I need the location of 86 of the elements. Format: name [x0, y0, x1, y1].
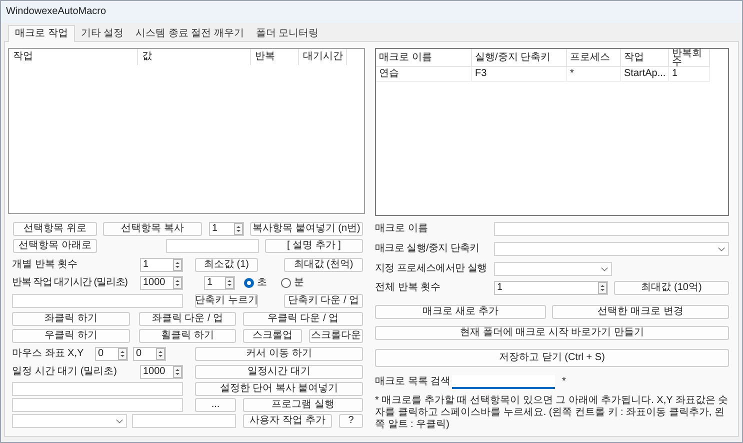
- text-field[interactable]: [494, 222, 729, 236]
- note-text: * 매크로를 추가할 때 선택항목이 있으면 그 아래에 추가됩니다. X,Y 좌표값은 숫자를 클릭하고 스페이스바를 누르세요. (왼쪽 컨트롤 키 : 좌표이동 클릭추가, 왼쪽 알트 : 우클릭): [375, 395, 729, 431]
- field-label: 일정 시간 대기 (밀리초): [12, 367, 118, 377]
- button[interactable]: 선택항목 복사: [103, 222, 202, 236]
- column-header[interactable]: 반복: [251, 49, 299, 65]
- spin-arrows-icon[interactable]: [118, 348, 127, 360]
- button[interactable]: 우클릭 하기: [12, 329, 130, 343]
- number-field[interactable]: 0: [95, 347, 128, 361]
- field-label: 지정 프로세스에서만 실행: [375, 264, 488, 274]
- button[interactable]: 설정한 단어 복사 붙여넣기: [195, 382, 363, 396]
- text-field[interactable]: [12, 398, 183, 412]
- column-header[interactable]: 반복회수: [669, 49, 710, 67]
- button[interactable]: 우클릭 다운 / 업: [243, 312, 363, 326]
- column-header[interactable]: 실행/중지 단축키: [472, 49, 567, 67]
- button[interactable]: 최소값 (1): [195, 258, 258, 272]
- dropdown-field[interactable]: [494, 262, 612, 276]
- number-field[interactable]: 1: [494, 281, 608, 295]
- button[interactable]: ?: [339, 414, 363, 428]
- table-cell: F3: [472, 67, 567, 82]
- button[interactable]: 선택항목 위로: [13, 222, 97, 236]
- table-cell: *: [567, 67, 621, 82]
- spin-arrows-icon[interactable]: [173, 366, 182, 378]
- column-header[interactable]: 값: [138, 49, 251, 65]
- text-field[interactable]: [12, 382, 183, 396]
- button[interactable]: 저장하고 닫기 (Ctrl + S): [375, 349, 729, 367]
- text-field[interactable]: [12, 294, 183, 308]
- button[interactable]: 선택항목 아래로: [13, 239, 97, 253]
- button[interactable]: 스크롤업: [243, 329, 302, 343]
- button[interactable]: 매크로 새로 추가: [375, 305, 546, 319]
- button[interactable]: 최대값 (천억): [284, 258, 363, 272]
- search-field[interactable]: [452, 375, 555, 389]
- number-field[interactable]: 1: [140, 258, 183, 272]
- spin-arrows-icon[interactable]: [173, 277, 182, 289]
- table-cell: StartAp...: [621, 67, 669, 82]
- button[interactable]: 커서 이동 하기: [195, 347, 363, 361]
- number-field[interactable]: 0: [133, 347, 166, 361]
- field-label: 마우스 좌표 X,Y: [12, 349, 85, 359]
- radio-button[interactable]: 초: [244, 276, 267, 290]
- spin-arrows-icon[interactable]: [173, 259, 182, 271]
- table-cell: 연습: [376, 67, 472, 82]
- column-header[interactable]: 프로세스: [567, 49, 621, 67]
- button[interactable]: 단축키 다운 / 업: [284, 294, 363, 308]
- number-field[interactable]: 1: [209, 222, 244, 236]
- spin-arrows-icon[interactable]: [225, 277, 234, 289]
- tab[interactable]: 매크로 작업: [8, 25, 75, 42]
- table-cell: 1: [669, 67, 710, 82]
- spin-arrows-icon[interactable]: [234, 223, 243, 235]
- button[interactable]: 휠클릭 하기: [139, 329, 236, 343]
- button[interactable]: 프로그램 실행: [243, 398, 363, 412]
- button[interactable]: 선택한 매크로 변경: [552, 305, 729, 319]
- column-header[interactable]: 매크로 이름: [376, 49, 472, 67]
- button[interactable]: 사용자 작업 추가: [243, 414, 332, 428]
- button[interactable]: 스크롤다운: [309, 329, 363, 343]
- chevron-down-icon[interactable]: [116, 418, 123, 424]
- chevron-down-icon[interactable]: [601, 266, 608, 272]
- button[interactable]: 복사항목 붙여넣기 (n번): [250, 222, 363, 236]
- spin-arrows-icon[interactable]: [598, 282, 607, 294]
- number-field[interactable]: 1000: [140, 365, 183, 379]
- field-label: 매크로 이름: [375, 224, 429, 234]
- radio-button[interactable]: 분: [281, 276, 304, 290]
- button[interactable]: 최대값 (10억): [614, 281, 729, 295]
- column-header[interactable]: 작업: [621, 49, 669, 67]
- button[interactable]: ...: [195, 398, 236, 412]
- field-label: 반복 작업 대기시간 (밀리초): [12, 278, 128, 288]
- number-field[interactable]: 1000: [140, 276, 183, 290]
- field-label: 전체 반복 횟수: [375, 283, 442, 293]
- window-title: WindowexeAutoMacro: [6, 7, 106, 17]
- column-header[interactable]: 작업: [9, 49, 138, 65]
- button[interactable]: 단축키 누르기: [195, 294, 258, 308]
- field-label: 매크로 실행/중지 단축키: [375, 244, 480, 254]
- column-header[interactable]: 대기시간: [299, 49, 347, 65]
- button[interactable]: 좌클릭 다운 / 업: [139, 312, 236, 326]
- text-field[interactable]: [166, 239, 259, 253]
- chevron-down-icon[interactable]: [718, 246, 725, 252]
- dropdown-field[interactable]: [12, 414, 127, 428]
- number-field[interactable]: 1: [204, 276, 235, 290]
- button[interactable]: [ 설명 추가 ]: [265, 239, 363, 253]
- button[interactable]: 좌클릭 하기: [12, 312, 130, 326]
- button[interactable]: 현재 폴더에 매크로 시작 바로가기 만들기: [375, 326, 729, 340]
- field-label: 매크로 목록 검색: [375, 377, 452, 387]
- spin-arrows-icon[interactable]: [156, 348, 165, 360]
- field-label: *: [562, 377, 566, 387]
- text-field[interactable]: [132, 414, 236, 428]
- field-label: 개별 반복 횟수: [12, 260, 79, 270]
- button[interactable]: 일정시간 대기: [195, 365, 363, 379]
- dropdown-field[interactable]: [494, 242, 729, 256]
